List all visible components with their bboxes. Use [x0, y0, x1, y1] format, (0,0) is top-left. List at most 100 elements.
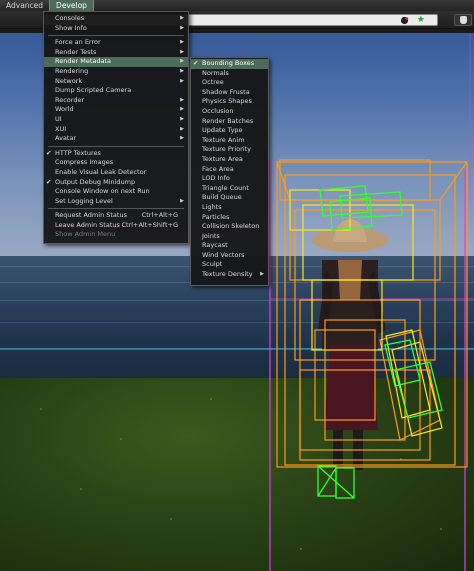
- menu-item-dump-scripted-camera[interactable]: Dump Scripted Camera: [44, 86, 188, 96]
- menu-item-consoles[interactable]: Consoles ▶: [44, 14, 188, 24]
- menu-item-raycast[interactable]: Raycast: [191, 241, 268, 251]
- menu-item-label: World: [55, 105, 74, 114]
- record-icon[interactable]: [400, 16, 409, 25]
- menu-item-texture-area[interactable]: Texture Area: [191, 155, 268, 165]
- menu-item-label: Shadow Frusta: [202, 87, 250, 96]
- star-icon[interactable]: ★: [417, 15, 425, 25]
- menu-item-label: LOD Info: [202, 174, 230, 183]
- menu-item-label: Force an Error: [55, 38, 101, 47]
- menu-item-collision-skeleton[interactable]: Collision Skeleton: [191, 222, 268, 232]
- menu-item-label: Leave Admin Status: [55, 220, 120, 229]
- menu-item-normals[interactable]: Normals: [191, 69, 268, 79]
- render-metadata-submenu: ✔ Bounding Boxes Normals Octree Shadow Frust…: [190, 57, 269, 286]
- menu-item-label: Triangle Count: [202, 183, 249, 192]
- menu-item-label: Texture Density: [202, 270, 253, 279]
- menu-item-face-area[interactable]: Face Area: [191, 165, 268, 175]
- menu-item-avatar[interactable]: Avatar ▶: [44, 134, 188, 144]
- menu-item-render-batches[interactable]: Render Batches: [191, 117, 268, 127]
- avatar-figure: [312, 219, 388, 470]
- develop-menu: Consoles ▶ Show Info ▶ Force an Error ▶ Render…: [43, 11, 189, 244]
- menu-item-request-admin-status[interactable]: Request Admin Status Ctrl+Alt+G: [44, 211, 188, 221]
- menu-item-label: Texture Area: [202, 154, 243, 163]
- menu-item-sculpt[interactable]: Sculpt: [191, 260, 268, 270]
- submenu-arrow-icon: ▶: [260, 271, 264, 278]
- menu-item-texture-density[interactable]: Texture Density ▶: [191, 270, 268, 280]
- menu-item-label: UI: [55, 114, 62, 123]
- submenu-arrow-icon: ▶: [180, 197, 184, 204]
- menu-item-enable-visual-leak-detector[interactable]: Enable Visual Leak Detector: [44, 168, 188, 178]
- avatar-skirt: [324, 345, 378, 430]
- checkmark-icon: ✔: [46, 148, 52, 157]
- menu-item-http-textures[interactable]: ✔ HTTP Textures: [44, 149, 188, 159]
- menu-item-label: Consoles: [55, 14, 85, 22]
- menu-item-lights[interactable]: Lights: [191, 203, 268, 213]
- submenu-arrow-icon: ▶: [180, 48, 184, 55]
- menu-item-force-an-error[interactable]: Force an Error ▶: [44, 38, 188, 48]
- menu-item-texture-anim[interactable]: Texture Anim: [191, 136, 268, 146]
- menu-bar: Advanced Develop: [0, 0, 474, 11]
- menu-item-label: Bounding Boxes: [202, 59, 255, 67]
- menu-item-set-logging-level[interactable]: Set Logging Level ▶: [44, 197, 188, 207]
- menu-item-label: Render Metadata: [55, 57, 111, 66]
- menu-item-label: Enable Visual Leak Detector: [55, 167, 147, 176]
- menu-separator: [48, 208, 184, 210]
- menu-item-triangle-count[interactable]: Triangle Count: [191, 184, 268, 194]
- menu-item-label: Occlusion: [202, 106, 234, 115]
- menu-item-lod-info[interactable]: LOD Info: [191, 174, 268, 184]
- submenu-arrow-icon: ▶: [180, 39, 184, 46]
- menu-item-update-type[interactable]: Update Type: [191, 126, 268, 136]
- menu-item-label: Lights: [202, 202, 222, 211]
- menu-item-label: Request Admin Status: [55, 211, 127, 220]
- menu-item-label: Face Area: [202, 164, 234, 173]
- checkmark-icon: ✔: [193, 59, 199, 67]
- menu-item-render-tests[interactable]: Render Tests ▶: [44, 48, 188, 58]
- menu-item-label: Normals: [202, 68, 229, 77]
- menu-item-console-window-on-next-run[interactable]: Console Window on next Run: [44, 187, 188, 197]
- menu-item-bounding-boxes[interactable]: ✔ Bounding Boxes: [191, 59, 268, 69]
- submenu-arrow-icon: ▶: [180, 135, 184, 142]
- menu-item-label: Show Admin Menu: [55, 230, 116, 239]
- menu-item-recorder[interactable]: Recorder ▶: [44, 96, 188, 106]
- menu-item-label: Particles: [202, 212, 230, 221]
- menu-item-network[interactable]: Network ▶: [44, 77, 188, 87]
- menu-item-show-info[interactable]: Show Info ▶: [44, 24, 188, 34]
- avatar-icon[interactable]: [454, 14, 472, 26]
- submenu-arrow-icon: ▶: [180, 96, 184, 103]
- checkmark-icon: ✔: [46, 177, 52, 186]
- menu-item-texture-priority[interactable]: Texture Priority: [191, 145, 268, 155]
- menu-item-label: Texture Priority: [202, 145, 251, 154]
- menu-develop[interactable]: Develop: [49, 0, 94, 11]
- menu-item-output-debug-minidump[interactable]: ✔ Output Debug Minidump: [44, 178, 188, 188]
- menu-item-physics-shapes[interactable]: Physics Shapes: [191, 97, 268, 107]
- menu-advanced[interactable]: Advanced: [0, 0, 49, 11]
- menu-item-label: Texture Anim: [202, 135, 245, 144]
- menu-item-render-metadata[interactable]: Render Metadata ▶: [44, 57, 188, 67]
- menu-item-label: Dump Scripted Camera: [55, 86, 132, 95]
- menu-item-label: Render Tests: [55, 47, 97, 56]
- menu-item-joints[interactable]: Joints: [191, 232, 268, 242]
- menu-item-particles[interactable]: Particles: [191, 213, 268, 223]
- menu-item-compress-images[interactable]: Compress Images: [44, 158, 188, 168]
- menu-item-build-queue[interactable]: Build Queue: [191, 193, 268, 203]
- menu-item-label: Octree: [202, 78, 224, 87]
- menu-separator: [48, 145, 184, 147]
- submenu-arrow-icon: ▶: [180, 24, 184, 31]
- menu-item-label: Recorder: [55, 95, 85, 104]
- menu-separator: [48, 35, 184, 37]
- submenu-arrow-icon: ▶: [180, 67, 184, 74]
- menu-item-ui[interactable]: UI ▶: [44, 115, 188, 125]
- menu-item-rendering[interactable]: Rendering ▶: [44, 67, 188, 77]
- menu-item-world[interactable]: World ▶: [44, 105, 188, 115]
- menu-item-shadow-frusta[interactable]: Shadow Frusta: [191, 88, 268, 98]
- menu-item-octree[interactable]: Octree: [191, 78, 268, 88]
- menu-item-label: Set Logging Level: [55, 196, 113, 205]
- menu-item-occlusion[interactable]: Occlusion: [191, 107, 268, 117]
- menu-item-wind-vectors[interactable]: Wind Vectors: [191, 251, 268, 261]
- menu-item-label: Network: [55, 76, 83, 85]
- menu-item-leave-admin-status[interactable]: Leave Admin Status Ctrl+Alt+Shift+G: [44, 221, 188, 231]
- menu-item-label: Collision Skeleton: [202, 222, 260, 231]
- submenu-arrow-icon: ▶: [180, 115, 184, 122]
- submenu-arrow-icon: ▶: [180, 106, 184, 113]
- submenu-arrow-icon: ▶: [180, 125, 184, 132]
- menu-item-xui[interactable]: XUI ▶: [44, 125, 188, 135]
